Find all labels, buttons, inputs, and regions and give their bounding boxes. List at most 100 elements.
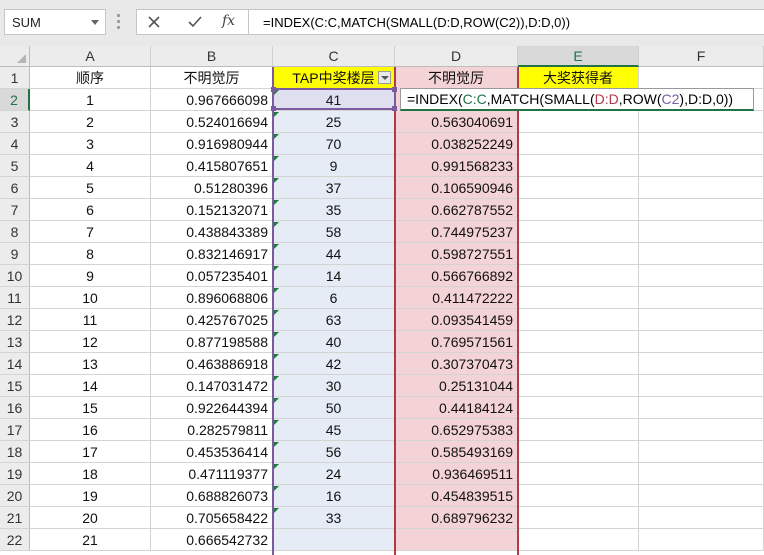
row-header[interactable]: 12 bbox=[0, 309, 30, 331]
cell-b[interactable]: 0.425767025 bbox=[151, 309, 273, 331]
cell-b[interactable]: 0.705658422 bbox=[151, 507, 273, 529]
cell-d1[interactable]: 不明觉厉 bbox=[395, 67, 518, 89]
cell-c[interactable]: 58 bbox=[273, 221, 395, 243]
row-header[interactable]: 14 bbox=[0, 353, 30, 375]
cell-f[interactable] bbox=[639, 507, 764, 529]
cell-f[interactable] bbox=[639, 243, 764, 265]
cell-e[interactable] bbox=[518, 287, 639, 309]
cell-d[interactable]: 0.744975237 bbox=[395, 221, 518, 243]
cell-e[interactable] bbox=[518, 397, 639, 419]
row-header[interactable]: 1 bbox=[0, 67, 30, 89]
cell-e[interactable] bbox=[518, 155, 639, 177]
name-box[interactable]: SUM bbox=[4, 9, 106, 35]
cell-f[interactable] bbox=[639, 111, 764, 133]
cell-c[interactable]: 44 bbox=[273, 243, 395, 265]
cancel-button[interactable] bbox=[137, 10, 171, 34]
in-cell-formula-editor[interactable]: =INDEX(C:C,MATCH(SMALL(D:D,ROW(C2),D:D,0… bbox=[400, 88, 754, 111]
cell-f[interactable] bbox=[639, 265, 764, 287]
cell-f[interactable] bbox=[639, 353, 764, 375]
cell-c[interactable]: 40 bbox=[273, 331, 395, 353]
filter-dropdown-icon[interactable] bbox=[378, 71, 391, 84]
cell-b[interactable]: 0.688826073 bbox=[151, 485, 273, 507]
cell-c[interactable] bbox=[273, 529, 395, 551]
cell-b[interactable]: 0.438843389 bbox=[151, 221, 273, 243]
cell-f[interactable] bbox=[639, 287, 764, 309]
cell-e[interactable] bbox=[518, 331, 639, 353]
cell-c[interactable]: 33 bbox=[273, 507, 395, 529]
cell-b[interactable]: 0.51280396 bbox=[151, 177, 273, 199]
cell-a[interactable]: 2 bbox=[30, 111, 151, 133]
cell-f[interactable] bbox=[639, 441, 764, 463]
cell-b[interactable]: 0.922644394 bbox=[151, 397, 273, 419]
cell-b[interactable]: 0.916980944 bbox=[151, 133, 273, 155]
column-header-e[interactable]: E bbox=[518, 46, 639, 67]
cell-e[interactable] bbox=[518, 441, 639, 463]
cell-b[interactable]: 0.282579811 bbox=[151, 419, 273, 441]
cell-f[interactable] bbox=[639, 485, 764, 507]
cell-c1[interactable]: TAP中奖楼层 bbox=[273, 67, 395, 89]
enter-button[interactable] bbox=[177, 10, 211, 34]
cell-e[interactable] bbox=[518, 529, 639, 551]
cell-d[interactable]: 0.585493169 bbox=[395, 441, 518, 463]
cell-a[interactable]: 14 bbox=[30, 375, 151, 397]
row-header[interactable]: 17 bbox=[0, 419, 30, 441]
cell-d[interactable]: 0.038252249 bbox=[395, 133, 518, 155]
cell-f[interactable] bbox=[639, 221, 764, 243]
cell-b[interactable]: 0.832146917 bbox=[151, 243, 273, 265]
cell-c[interactable]: 41 bbox=[273, 89, 395, 111]
cell-a[interactable]: 3 bbox=[30, 133, 151, 155]
row-header[interactable]: 9 bbox=[0, 243, 30, 265]
row-header[interactable]: 11 bbox=[0, 287, 30, 309]
cell-d[interactable]: 0.689796232 bbox=[395, 507, 518, 529]
cell-a[interactable]: 20 bbox=[30, 507, 151, 529]
cell-b[interactable]: 0.415807651 bbox=[151, 155, 273, 177]
cell-e[interactable] bbox=[518, 243, 639, 265]
cell-b1[interactable]: 不明觉厉 bbox=[151, 67, 273, 89]
cell-a[interactable]: 9 bbox=[30, 265, 151, 287]
cell-c[interactable]: 56 bbox=[273, 441, 395, 463]
cell-f[interactable] bbox=[639, 529, 764, 551]
column-header-c[interactable]: C bbox=[273, 46, 395, 67]
column-header-f[interactable]: F bbox=[639, 46, 764, 67]
cell-c[interactable]: 50 bbox=[273, 397, 395, 419]
row-header[interactable]: 8 bbox=[0, 221, 30, 243]
cell-e[interactable] bbox=[518, 133, 639, 155]
cell-e[interactable] bbox=[518, 265, 639, 287]
cell-f[interactable] bbox=[639, 419, 764, 441]
cell-f[interactable] bbox=[639, 309, 764, 331]
cell-a[interactable]: 13 bbox=[30, 353, 151, 375]
row-header[interactable]: 20 bbox=[0, 485, 30, 507]
cell-e[interactable] bbox=[518, 177, 639, 199]
cell-f[interactable] bbox=[639, 331, 764, 353]
row-header[interactable]: 6 bbox=[0, 177, 30, 199]
cell-a[interactable]: 7 bbox=[30, 221, 151, 243]
row-header[interactable]: 2 bbox=[0, 89, 30, 111]
row-header[interactable]: 4 bbox=[0, 133, 30, 155]
cell-f[interactable] bbox=[639, 155, 764, 177]
cell-a[interactable]: 15 bbox=[30, 397, 151, 419]
row-header[interactable]: 13 bbox=[0, 331, 30, 353]
cell-a[interactable]: 11 bbox=[30, 309, 151, 331]
select-all-corner[interactable] bbox=[0, 46, 30, 67]
cell-c[interactable]: 35 bbox=[273, 199, 395, 221]
cell-a[interactable]: 4 bbox=[30, 155, 151, 177]
cell-b[interactable]: 0.896068806 bbox=[151, 287, 273, 309]
column-header-a[interactable]: A bbox=[30, 46, 151, 67]
cell-e[interactable] bbox=[518, 485, 639, 507]
cell-e[interactable] bbox=[518, 507, 639, 529]
cell-c[interactable]: 63 bbox=[273, 309, 395, 331]
cell-c[interactable]: 37 bbox=[273, 177, 395, 199]
cell-a[interactable]: 19 bbox=[30, 485, 151, 507]
cell-e[interactable] bbox=[518, 463, 639, 485]
cell-d[interactable]: 0.411472222 bbox=[395, 287, 518, 309]
cell-e[interactable] bbox=[518, 199, 639, 221]
cell-f[interactable] bbox=[639, 397, 764, 419]
cell-b[interactable]: 0.666542732 bbox=[151, 529, 273, 551]
cell-e[interactable] bbox=[518, 419, 639, 441]
cell-f[interactable] bbox=[639, 463, 764, 485]
cell-a[interactable]: 21 bbox=[30, 529, 151, 551]
row-header[interactable]: 7 bbox=[0, 199, 30, 221]
cell-b[interactable]: 0.057235401 bbox=[151, 265, 273, 287]
cell-c[interactable]: 9 bbox=[273, 155, 395, 177]
cell-d[interactable]: 0.769571561 bbox=[395, 331, 518, 353]
